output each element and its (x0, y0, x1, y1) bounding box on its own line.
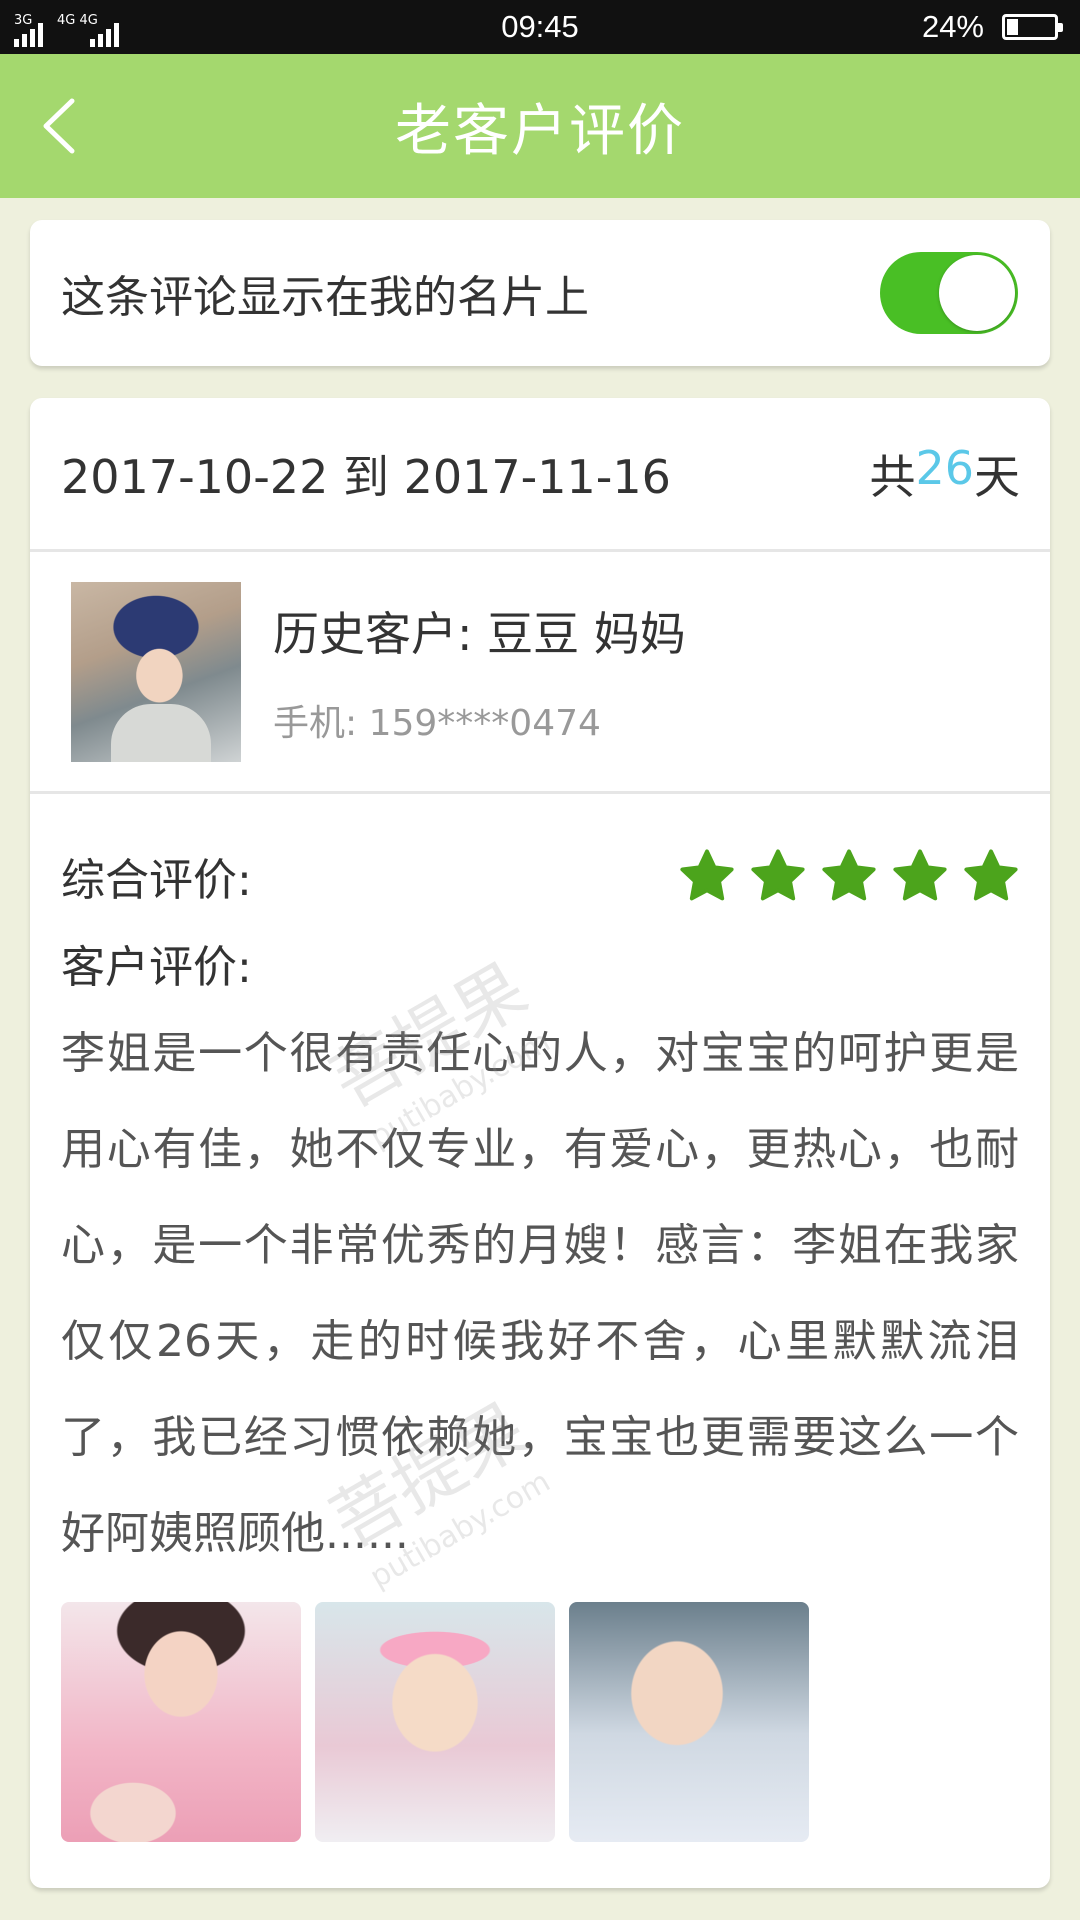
review-photo[interactable] (569, 1602, 809, 1842)
network-type-3g: 3G (14, 13, 33, 28)
signal-3g-icon: 3G (14, 13, 43, 47)
customer-review-label: 客户评价: (61, 942, 252, 993)
customer-name: 历史客户: 豆豆 妈妈 (273, 606, 686, 661)
network-type-4g: 4G 4G (57, 13, 98, 28)
duration-prefix: 共 (869, 449, 916, 504)
signal-indicators: 3G 4G 4G (14, 7, 127, 47)
duration-suffix: 天 (974, 449, 1020, 504)
signal-4g-icon: 4G 4G (57, 13, 127, 47)
star-icon (964, 849, 1018, 901)
star-icon (893, 849, 947, 901)
star-icon (822, 849, 876, 901)
customer-info: 历史客户: 豆豆 妈妈 手机: 159****0474 (273, 598, 686, 746)
chevron-left-icon (43, 98, 75, 154)
rating-stars (678, 847, 1020, 905)
service-date-range: 2017-10-22 到 2017-11-16 (61, 449, 671, 504)
service-period-row: 2017-10-22 到 2017-11-16 共 26 天 (30, 398, 1050, 552)
overall-rating-label: 综合评价: (61, 855, 252, 906)
status-bar: 3G 4G 4G 09:45 24% (0, 0, 1080, 54)
app-header: 老客户评价 (0, 54, 1080, 198)
overall-rating-row: 综合评价: (30, 794, 1050, 946)
display-on-card-label: 这条评论显示在我的名片上 (61, 272, 589, 323)
status-time: 09:45 (501, 9, 579, 44)
display-on-card-toggle[interactable] (880, 252, 1018, 334)
review-photo[interactable] (61, 1602, 301, 1842)
star-icon (680, 849, 734, 901)
customer-phone: 手机: 159****0474 (273, 702, 601, 744)
service-duration: 共 26 天 (869, 441, 1020, 507)
display-on-card-setting: 这条评论显示在我的名片上 (30, 220, 1050, 366)
back-button[interactable] (28, 90, 88, 162)
page-title: 老客户评价 (395, 98, 685, 164)
customer-review: 客户评价: 李姐是一个很有责任心的人，对宝宝的呵护更是用心有佳，她不仅专业，有爱… (30, 938, 1050, 1595)
toggle-knob (939, 255, 1015, 331)
review-photo[interactable] (315, 1602, 555, 1842)
duration-days: 26 (915, 440, 974, 495)
review-photos (30, 1602, 1050, 1842)
star-icon (751, 849, 805, 901)
battery-level-fill (1007, 19, 1018, 35)
battery-percent: 24% (921, 9, 984, 44)
customer-row: 历史客户: 豆豆 妈妈 手机: 159****0474 (30, 552, 1050, 794)
review-card: 2017-10-22 到 2017-11-16 共 26 天 历史客户: 豆豆 … (30, 398, 1050, 1888)
battery-icon (1002, 14, 1063, 40)
customer-review-text: 李姐是一个很有责任心的人，对宝宝的呵护更是用心有佳，她不仅专业，有爱心，更热心，… (61, 1028, 1019, 1559)
customer-avatar[interactable] (71, 581, 241, 762)
